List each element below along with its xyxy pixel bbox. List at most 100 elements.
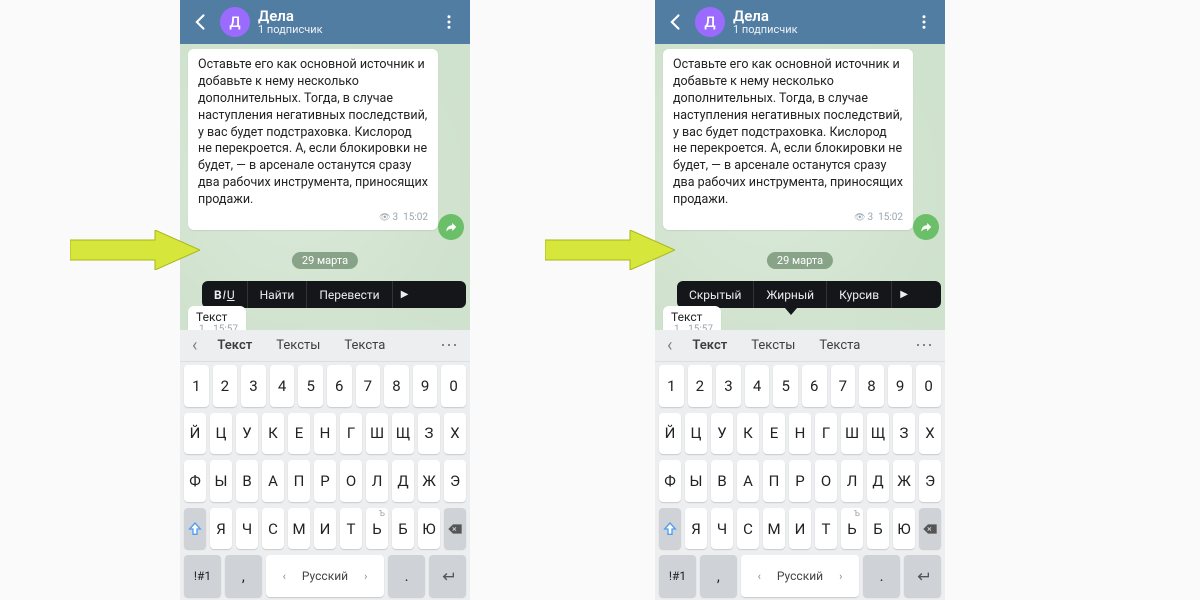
key-letter[interactable]: Ш xyxy=(366,413,388,455)
key-8[interactable]: 8 xyxy=(859,365,884,407)
key-letter[interactable]: Л xyxy=(841,460,863,502)
key-letter[interactable]: Т xyxy=(340,508,362,550)
key-7[interactable]: 7 xyxy=(831,365,856,407)
key-shift[interactable] xyxy=(659,508,681,550)
message-bubble[interactable]: Оставьте его как основной источник и доб… xyxy=(188,49,438,230)
key-letter[interactable]: Л xyxy=(366,460,388,502)
key-backspace[interactable] xyxy=(444,508,466,550)
key-letter[interactable]: ЬЪ xyxy=(841,508,863,550)
key-1[interactable]: 1 xyxy=(659,365,684,407)
suggestion-word[interactable]: Текст xyxy=(682,338,737,353)
key-letter[interactable]: Ю xyxy=(418,508,440,550)
key-letter[interactable]: Ш xyxy=(841,413,863,455)
chat-body[interactable]: Оставьте его как основной источник и доб… xyxy=(180,44,470,374)
key-letter[interactable]: Ч xyxy=(711,508,733,550)
key-letter[interactable]: В xyxy=(236,460,258,502)
format-bold[interactable]: Жирный xyxy=(754,281,827,308)
suggestion-word[interactable]: Текста xyxy=(809,338,870,353)
key-space[interactable]: ‹ Русский › xyxy=(741,555,859,597)
key-letter[interactable]: П xyxy=(288,460,310,502)
key-letter[interactable]: С xyxy=(262,508,284,550)
key-5[interactable]: 5 xyxy=(773,365,798,407)
suggestion-word[interactable]: Тексты xyxy=(266,338,330,353)
key-letter[interactable]: З xyxy=(418,413,440,455)
key-0[interactable]: 0 xyxy=(441,365,466,407)
share-button[interactable] xyxy=(438,214,464,240)
key-enter[interactable] xyxy=(904,555,941,597)
key-space[interactable]: ‹ Русский › xyxy=(266,555,384,597)
back-button[interactable] xyxy=(665,11,687,33)
chat-avatar[interactable]: Д xyxy=(220,7,250,37)
chat-body[interactable]: Оставьте его как основной источник и доб… xyxy=(655,44,945,374)
key-9[interactable]: 9 xyxy=(888,365,913,407)
key-symbols[interactable]: !#1 xyxy=(184,555,221,597)
share-button[interactable] xyxy=(913,214,939,240)
chat-avatar[interactable]: Д xyxy=(695,7,725,37)
key-letter[interactable]: М xyxy=(763,508,785,550)
key-letter[interactable]: А xyxy=(737,460,759,502)
message-bubble[interactable]: Оставьте его как основной источник и доб… xyxy=(663,49,913,230)
key-letter[interactable]: Ж xyxy=(418,460,440,502)
key-letter[interactable]: Б xyxy=(867,508,889,550)
key-letter[interactable]: К xyxy=(737,413,759,455)
key-letter[interactable]: ЬЪ xyxy=(366,508,388,550)
key-letter[interactable]: Г xyxy=(340,413,362,455)
key-1[interactable]: 1 xyxy=(184,365,209,407)
key-backspace[interactable] xyxy=(919,508,941,550)
key-letter[interactable]: А xyxy=(262,460,284,502)
key-dot[interactable]: . xyxy=(388,555,425,597)
format-spoiler[interactable]: Скрытый xyxy=(677,281,754,308)
key-letter[interactable]: М xyxy=(288,508,310,550)
key-letter[interactable]: П xyxy=(763,460,785,502)
key-letter[interactable]: Б xyxy=(392,508,414,550)
chat-title-block[interactable]: Дела 1 подписчик xyxy=(258,8,430,37)
key-6[interactable]: 6 xyxy=(327,365,352,407)
key-letter[interactable]: Х xyxy=(919,413,941,455)
key-comma[interactable]: , xyxy=(700,555,737,597)
key-comma[interactable]: , xyxy=(225,555,262,597)
key-2[interactable]: 2 xyxy=(213,365,238,407)
key-letter[interactable]: О xyxy=(340,460,362,502)
key-letter[interactable]: Ц xyxy=(210,413,232,455)
key-letter[interactable]: Д xyxy=(392,460,414,502)
key-3[interactable]: 3 xyxy=(716,365,741,407)
key-letter[interactable]: С xyxy=(737,508,759,550)
key-letter[interactable]: Ф xyxy=(184,460,206,502)
key-letter[interactable]: Ы xyxy=(210,460,232,502)
key-letter[interactable]: К xyxy=(262,413,284,455)
key-letter[interactable]: Э xyxy=(444,460,466,502)
key-letter[interactable]: Х xyxy=(444,413,466,455)
context-format-biu[interactable]: B I U xyxy=(202,281,248,308)
key-7[interactable]: 7 xyxy=(356,365,381,407)
key-letter[interactable]: Г xyxy=(815,413,837,455)
key-5[interactable]: 5 xyxy=(298,365,323,407)
key-shift[interactable] xyxy=(184,508,206,550)
key-symbols[interactable]: !#1 xyxy=(659,555,696,597)
key-4[interactable]: 4 xyxy=(745,365,770,407)
suggestion-word[interactable]: Тексты xyxy=(741,338,805,353)
back-button[interactable] xyxy=(190,11,212,33)
context-translate[interactable]: Перевести xyxy=(307,281,392,308)
key-letter[interactable]: Е xyxy=(763,413,785,455)
more-menu-button[interactable] xyxy=(913,11,935,33)
key-letter[interactable]: Н xyxy=(314,413,336,455)
key-4[interactable]: 4 xyxy=(270,365,295,407)
key-6[interactable]: 6 xyxy=(802,365,827,407)
more-menu-button[interactable] xyxy=(438,11,460,33)
key-letter[interactable]: Н xyxy=(789,413,811,455)
key-letter[interactable]: Й xyxy=(184,413,206,455)
key-3[interactable]: 3 xyxy=(241,365,266,407)
format-more-arrow[interactable] xyxy=(892,289,916,300)
key-2[interactable]: 2 xyxy=(688,365,713,407)
key-letter[interactable]: Я xyxy=(210,508,232,550)
suggestion-collapse[interactable] xyxy=(661,335,678,356)
key-letter[interactable]: Ч xyxy=(236,508,258,550)
context-find[interactable]: Найти xyxy=(248,281,308,308)
key-dot[interactable]: . xyxy=(863,555,900,597)
key-9[interactable]: 9 xyxy=(413,365,438,407)
key-letter[interactable]: Щ xyxy=(392,413,414,455)
key-letter[interactable]: Ц xyxy=(685,413,707,455)
key-letter[interactable]: Ж xyxy=(893,460,915,502)
key-letter[interactable]: Ю xyxy=(893,508,915,550)
key-letter[interactable]: Э xyxy=(919,460,941,502)
